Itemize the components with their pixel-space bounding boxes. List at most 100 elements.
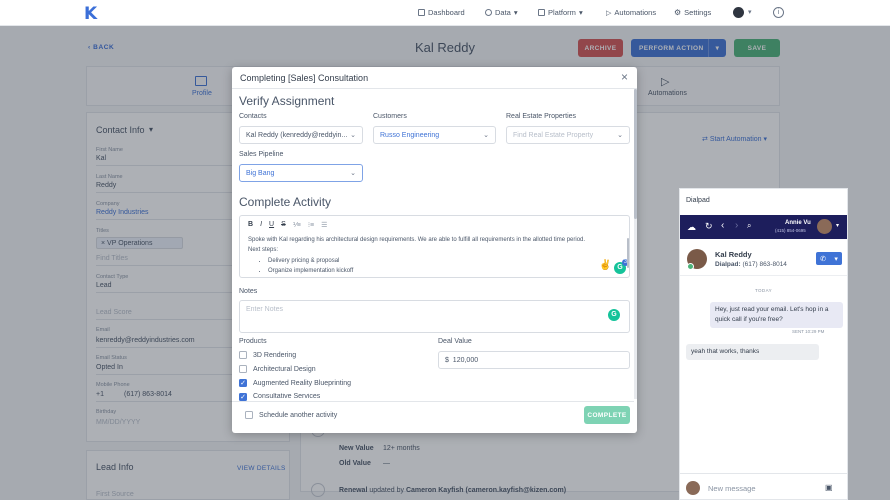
hand-emoji-icon: ✌ <box>599 260 612 271</box>
user-avatar[interactable] <box>733 7 744 18</box>
numbered-list-icon[interactable]: ⅟≡ <box>293 221 301 229</box>
info-icon[interactable]: i <box>773 7 784 18</box>
message-outgoing: Hey, just read your email. Let's hop in … <box>710 302 843 328</box>
nav-platform[interactable]: Platform ▾ <box>538 8 583 17</box>
sales-pipeline-label: Sales Pipeline <box>239 151 284 158</box>
message-incoming: yeah that works, thanks <box>686 344 819 360</box>
currency-symbol: $ <box>445 356 449 364</box>
search-icon[interactable]: ⌕ <box>747 221 751 231</box>
contacts-label: Contacts <box>239 113 267 120</box>
modal-title: Completing [Sales] Consultation <box>240 73 369 83</box>
forward-icon[interactable]: › <box>735 220 738 231</box>
close-icon[interactable]: × <box>621 70 628 84</box>
modal-header: Completing [Sales] Consultation × <box>232 67 637 89</box>
bold-button[interactable]: B <box>248 221 253 228</box>
chevron-down-icon[interactable]: ▾ <box>748 8 752 16</box>
notes-label: Notes <box>239 288 258 295</box>
complete-activity-title: Complete Activity <box>239 195 332 209</box>
real-estate-label: Real Estate Properties <box>506 113 577 120</box>
agent-avatar[interactable] <box>817 219 832 234</box>
new-message-input[interactable]: New message <box>708 484 756 493</box>
contact-phone[interactable]: (617) 863-8014 <box>742 261 786 268</box>
phone-icon: ✆ <box>820 255 827 263</box>
divider-icon[interactable]: ☰ <box>321 221 327 229</box>
checkbox[interactable] <box>239 351 247 359</box>
verify-assignment-title: Verify Assignment <box>239 94 335 108</box>
contacts-value: Kal Reddy (kenreddy@reddyin... <box>246 131 348 139</box>
day-separator: TODAY <box>754 288 773 293</box>
checkbox-checked[interactable]: ✓ <box>239 379 247 387</box>
checkbox[interactable] <box>245 411 253 419</box>
nav-automations-label: Automations <box>614 8 657 17</box>
underline-button[interactable]: U <box>269 221 274 228</box>
divider <box>232 401 634 402</box>
product-option[interactable]: ✓ Augmented Reality Blueprinting <box>239 379 351 387</box>
status-dot <box>687 263 694 270</box>
notes-field[interactable]: Enter Notes G <box>239 300 630 333</box>
platform-icon <box>538 9 545 16</box>
product-label: Augmented Reality Blueprinting <box>253 379 352 387</box>
checkbox-checked[interactable]: ✓ <box>239 393 247 401</box>
modal-scrollbar[interactable] <box>634 89 637 219</box>
call-button[interactable]: ✆ ▾ <box>816 252 842 265</box>
kizen-logo[interactable]: K <box>84 4 97 24</box>
chevron-down-icon[interactable]: ▾ <box>836 222 839 229</box>
customers-value: Russo Engineering <box>380 131 440 139</box>
play-icon: ▷ <box>606 9 612 17</box>
product-option[interactable]: Architectural Design <box>239 365 316 373</box>
rich-text-editor[interactable]: B I U S ⅟≡ ⁝≡ ☰ Spoke with Kal regarding… <box>239 215 630 278</box>
product-label: 3D Rendering <box>253 351 297 359</box>
contact-phone-label: Dialpad: <box>715 261 741 268</box>
top-navigation: K Dashboard Data ▾ Platform ▾ ▷ Automati… <box>0 0 890 26</box>
contact-phone-row: Dialpad: (617) 863-8014 <box>715 261 787 268</box>
customers-select[interactable]: Russo Engineering ⌄ <box>373 126 496 144</box>
product-option[interactable]: ✓ Consultative Services <box>239 393 320 401</box>
agent-number: (415) 854-0695 <box>775 228 806 233</box>
bulleted-list-icon[interactable]: ⁝≡ <box>308 221 314 229</box>
deal-value-label: Deal Value <box>438 338 472 345</box>
back-icon[interactable]: ‹ <box>721 220 724 231</box>
checkbox[interactable] <box>239 365 247 373</box>
nav-dashboard[interactable]: Dashboard <box>418 8 465 17</box>
nav-data-label: Data <box>495 8 511 17</box>
chevron-down-icon: ⌄ <box>483 132 489 139</box>
dashboard-icon <box>418 9 425 16</box>
nav-automations[interactable]: ▷ Automations <box>606 8 656 17</box>
gear-icon: ⚙ <box>674 8 682 17</box>
product-label: Consultative Services <box>253 393 321 400</box>
chevron-down-icon: ⌄ <box>350 132 356 139</box>
schedule-another-option[interactable]: Schedule another activity <box>245 411 337 419</box>
agent-name: Annie Vu <box>785 220 811 226</box>
nav-settings[interactable]: ⚙ Settings <box>674 8 711 17</box>
dialpad-toolbar: ☁ ↻ ‹ › ⌕ Annie Vu (415) 854-0695 ▾ <box>680 215 847 239</box>
editor-content[interactable]: Spoke with Kal regarding his architectur… <box>248 236 608 276</box>
message-meta: SENT 10:29 PM <box>792 329 825 334</box>
divider <box>680 275 847 276</box>
real-estate-select[interactable]: Find Real Estate Property ⌄ <box>506 126 630 144</box>
complete-activity-modal: Completing [Sales] Consultation × Verify… <box>232 67 637 433</box>
complete-button[interactable]: COMPLETE <box>584 406 630 424</box>
sales-pipeline-value: Big Bang <box>246 169 275 177</box>
dialpad-widget: Dialpad ☁ ↻ ‹ › ⌕ Annie Vu (415) 854-069… <box>679 188 848 500</box>
chevron-down-icon: ⌄ <box>350 170 356 177</box>
agent-avatar <box>686 481 700 495</box>
sales-pipeline-select[interactable]: Big Bang ⌄ <box>239 164 363 182</box>
camera-icon[interactable]: ▣ <box>825 483 833 492</box>
deal-value-field[interactable]: $ 120,000 <box>438 351 630 369</box>
editor-paragraph: Spoke with Kal regarding his architectur… <box>248 237 586 243</box>
editor-scrollbar[interactable] <box>627 238 629 268</box>
nav-data[interactable]: Data ▾ <box>485 8 518 17</box>
chevron-down-icon: ▾ <box>513 8 518 17</box>
italic-button[interactable]: I <box>260 221 262 228</box>
divider <box>680 473 847 474</box>
editor-next-steps: Next steps: <box>248 246 279 253</box>
grammarly-icon[interactable]: G <box>608 309 620 321</box>
refresh-icon[interactable]: ↻ <box>705 221 713 232</box>
chevron-down-icon: ▾ <box>578 8 583 17</box>
contacts-select[interactable]: Kal Reddy (kenreddy@reddyin... ⌄ <box>239 126 363 144</box>
cloud-icon[interactable]: ☁ <box>687 222 696 233</box>
strikethrough-button[interactable]: S <box>281 221 286 228</box>
real-estate-placeholder: Find Real Estate Property <box>513 131 594 139</box>
dialpad-title: Dialpad <box>686 197 710 204</box>
product-option[interactable]: 3D Rendering <box>239 351 296 359</box>
